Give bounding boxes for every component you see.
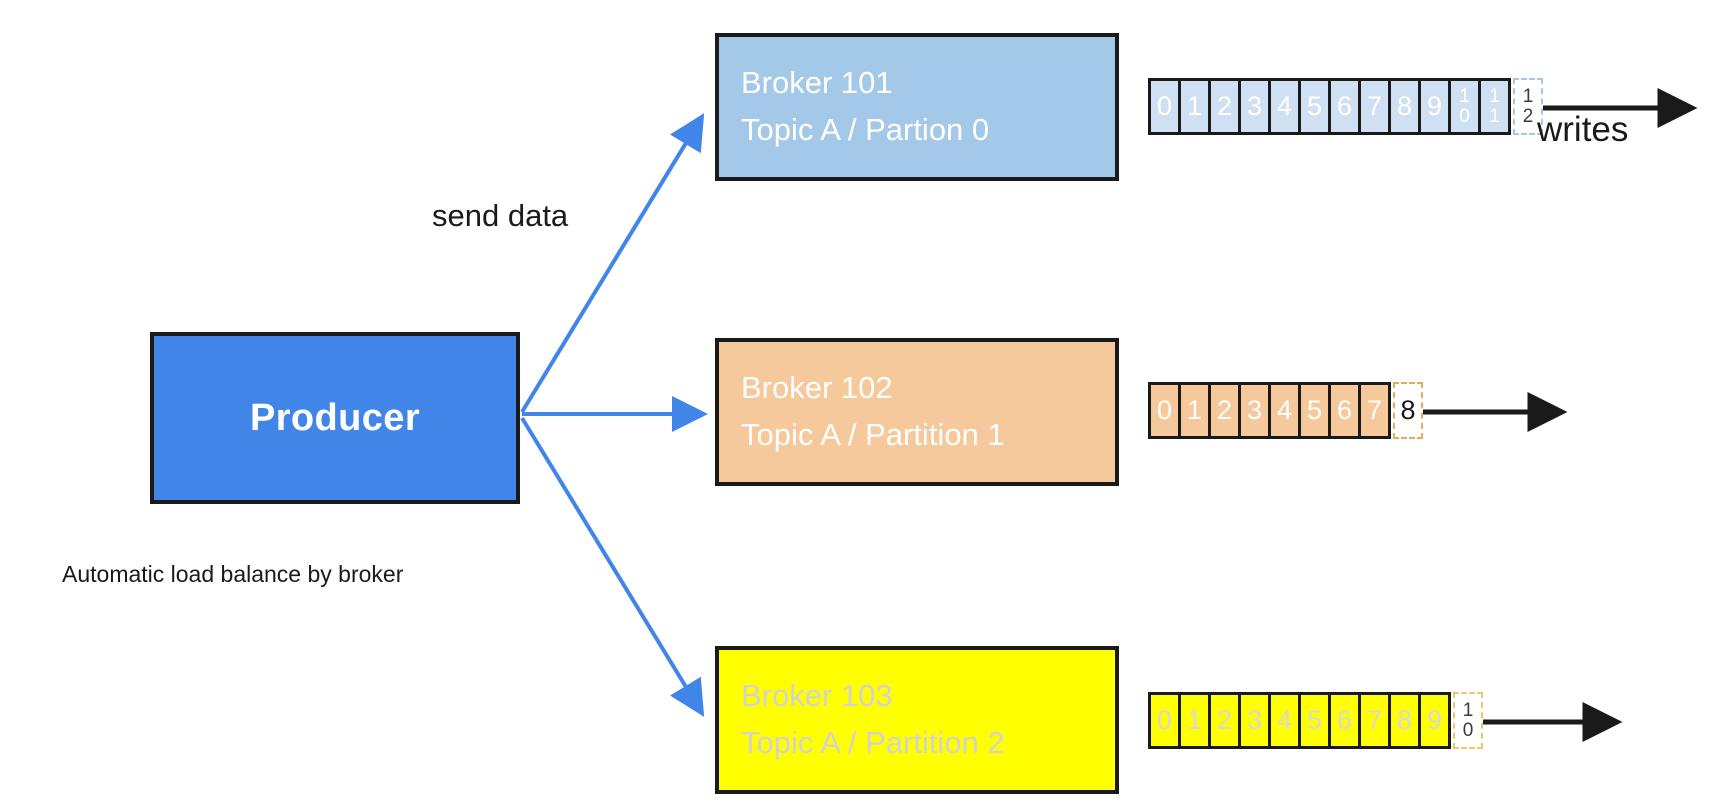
log-offset-cell: 5 [1301, 695, 1328, 746]
log-offset-cell: 6 [1331, 695, 1358, 746]
log-offset-cell: 7 [1361, 695, 1388, 746]
broker-103-topic-partition: Topic A / Partition 2 [741, 725, 1005, 760]
send-data-label: send data [432, 198, 569, 233]
log-offset-cell: 6 [1331, 81, 1358, 132]
log-offset-cell: 1 [1181, 81, 1208, 132]
log-next-offset: 10 [1453, 692, 1483, 749]
broker-102-box[interactable]: Broker 102 Topic A / Partition 1 [715, 338, 1119, 486]
log-offset-cell: 2 [1211, 695, 1238, 746]
arrow-producer-to-broker-101 [520, 113, 705, 414]
log-offset-cell: 2 [1211, 385, 1238, 436]
broker-101-box[interactable]: Broker 101 Topic A / Partion 0 [715, 33, 1119, 181]
log-offset-cell: 4 [1271, 81, 1298, 132]
log-offset-cell: 6 [1331, 385, 1358, 436]
partition-log-broker-102: 01234567 8 [1148, 382, 1423, 439]
log-offset-cell: 9 [1421, 695, 1448, 746]
log-offset-cell: 10 [1451, 81, 1478, 132]
diagram-canvas: Producer Broker 101 Topic A / Partion 0 … [0, 0, 1732, 811]
log-offset-cell: 5 [1301, 81, 1328, 132]
log-offset-cell: 1 [1181, 695, 1208, 746]
broker-101-topic-partition: Topic A / Partion 0 [741, 112, 990, 147]
log-offset-cell: 3 [1241, 695, 1268, 746]
broker-102-topic-partition: Topic A / Partition 1 [741, 417, 1005, 452]
log-offset-cell: 7 [1361, 385, 1388, 436]
load-balance-caption: Automatic load balance by broker [62, 561, 404, 587]
log-next-offset: 8 [1393, 382, 1423, 439]
log-offset-cell: 4 [1271, 385, 1298, 436]
log-offset-cell: 3 [1241, 81, 1268, 132]
log-offset-cell: 4 [1271, 695, 1298, 746]
broker-103-name: Broker 103 [741, 678, 893, 713]
log-offset-cell: 3 [1241, 385, 1268, 436]
log-offset-cell: 8 [1391, 695, 1418, 746]
log-offset-cell: 0 [1151, 695, 1178, 746]
partition-log-broker-101: 01234567891011 12 [1148, 78, 1543, 135]
log-cells: 0123456789 [1148, 692, 1451, 749]
log-cells: 01234567 [1148, 382, 1391, 439]
arrow-producer-to-broker-103 [520, 416, 705, 717]
log-offset-cell: 1 [1181, 385, 1208, 436]
log-offset-cell: 0 [1151, 385, 1178, 436]
log-offset-cell: 5 [1301, 385, 1328, 436]
partition-log-broker-103: 0123456789 10 [1148, 692, 1483, 749]
broker-101-name: Broker 101 [741, 65, 893, 100]
log-offset-cell: 2 [1211, 81, 1238, 132]
log-offset-cell: 9 [1421, 81, 1448, 132]
broker-102-name: Broker 102 [741, 370, 893, 405]
log-offset-cell: 0 [1151, 81, 1178, 132]
writes-label: writes [1537, 110, 1629, 149]
log-offset-cell: 8 [1391, 81, 1418, 132]
log-offset-cell: 11 [1481, 81, 1508, 132]
producer-label: Producer [249, 396, 421, 439]
log-offset-cell: 7 [1361, 81, 1388, 132]
broker-103-box[interactable]: Broker 103 Topic A / Partition 2 [715, 646, 1119, 794]
log-cells: 01234567891011 [1148, 78, 1511, 135]
producer-box[interactable]: Producer [150, 332, 520, 504]
